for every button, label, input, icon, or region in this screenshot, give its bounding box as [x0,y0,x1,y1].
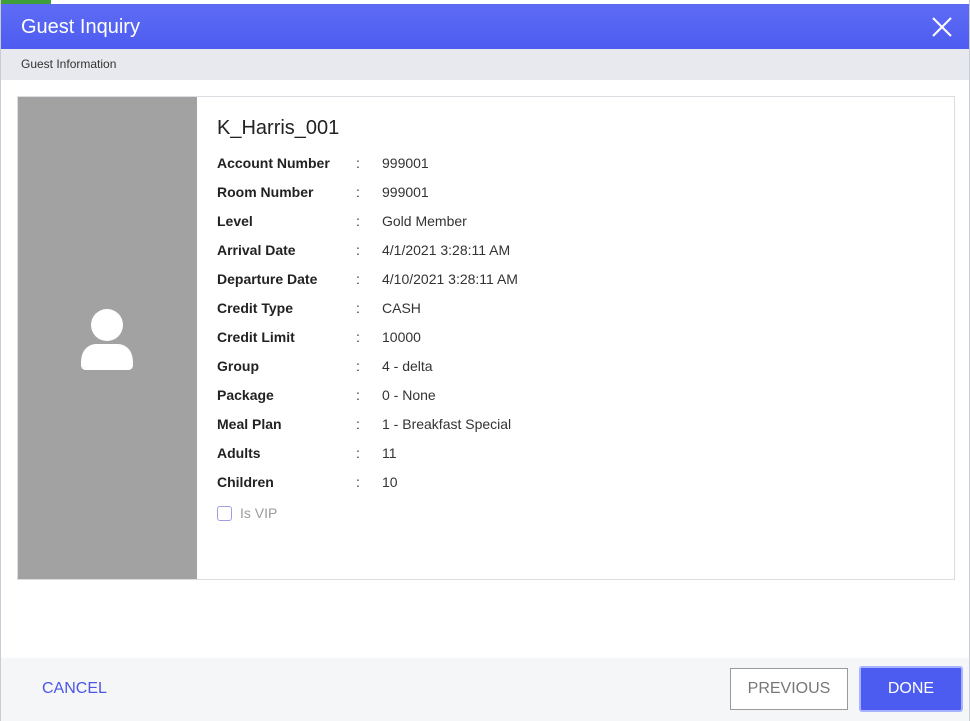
field-room-number: Room Number : 999001 [217,182,817,211]
dialog-footer: CANCEL PREVIOUS DONE [1,658,969,721]
user-avatar-icon [81,309,133,370]
field-separator: : [356,213,360,229]
vip-label: Is VIP [240,505,278,521]
field-separator: : [356,300,360,316]
field-separator: : [356,387,360,403]
field-label: Credit Limit [217,329,295,345]
field-separator: : [356,184,360,200]
field-separator: : [356,329,360,345]
field-separator: : [356,271,360,287]
field-label: Arrival Date [217,242,296,258]
field-value: 4/1/2021 3:28:11 AM [382,242,511,258]
field-label: Group [217,358,259,374]
vip-checkbox[interactable] [217,506,232,521]
field-separator: : [356,242,360,258]
dialog-title: Guest Inquiry [21,16,140,38]
field-label: Meal Plan [217,416,282,432]
field-label: Departure Date [217,271,318,287]
field-value: 999001 [382,155,429,171]
field-label: Level [217,213,253,229]
section-header: Guest Information [1,49,969,80]
field-label: Account Number [217,155,330,171]
field-value: 10000 [382,329,421,345]
field-value: 1 - Breakfast Special [382,416,512,432]
field-separator: : [356,474,360,490]
field-departure-date: Departure Date : 4/10/2021 3:28:11 AM [217,269,817,298]
field-label: Credit Type [217,300,293,316]
field-value: 10 [382,474,398,490]
field-value: 4 - delta [382,358,433,374]
guest-info-card: K_Harris_001 Account Number : 999001 Roo… [17,96,955,580]
field-account-number: Account Number : 999001 [217,153,817,182]
title-bar: Guest Inquiry [1,4,969,49]
field-label: Room Number [217,184,314,200]
field-children: Children : 10 [217,472,817,501]
field-package: Package : 0 - None [217,385,817,414]
field-label: Package [217,387,274,403]
avatar-panel [18,97,197,579]
field-arrival-date: Arrival Date : 4/1/2021 3:28:11 AM [217,240,817,269]
field-separator: : [356,155,360,171]
field-meal-plan: Meal Plan : 1 - Breakfast Special [217,414,817,443]
field-separator: : [356,445,360,461]
field-separator: : [356,358,360,374]
field-value: 11 [382,445,397,461]
field-group: Group : 4 - delta [217,356,817,385]
guest-field-list: Account Number : 999001 Room Number : 99… [217,153,817,501]
field-value: Gold Member [382,213,467,229]
field-credit-limit: Credit Limit : 10000 [217,327,817,356]
field-value: CASH [382,300,421,316]
guest-name: K_Harris_001 [217,117,340,139]
field-value: 4/10/2021 3:28:11 AM [382,271,518,287]
cancel-button[interactable]: CANCEL [42,680,107,698]
close-icon [932,17,952,37]
guest-inquiry-dialog: Guest Inquiry Guest Information K_Harris… [0,0,970,721]
section-title: Guest Information [21,57,117,71]
field-level: Level : Gold Member [217,211,817,240]
field-value: 999001 [382,184,429,200]
field-label: Children [217,474,274,490]
field-credit-type: Credit Type : CASH [217,298,817,327]
field-value: 0 - None [382,387,436,403]
done-button[interactable]: DONE [859,666,963,712]
field-separator: : [356,416,360,432]
field-adults: Adults : 11 [217,443,817,472]
previous-button[interactable]: PREVIOUS [730,668,848,710]
field-label: Adults [217,445,261,461]
close-button[interactable] [931,16,953,38]
